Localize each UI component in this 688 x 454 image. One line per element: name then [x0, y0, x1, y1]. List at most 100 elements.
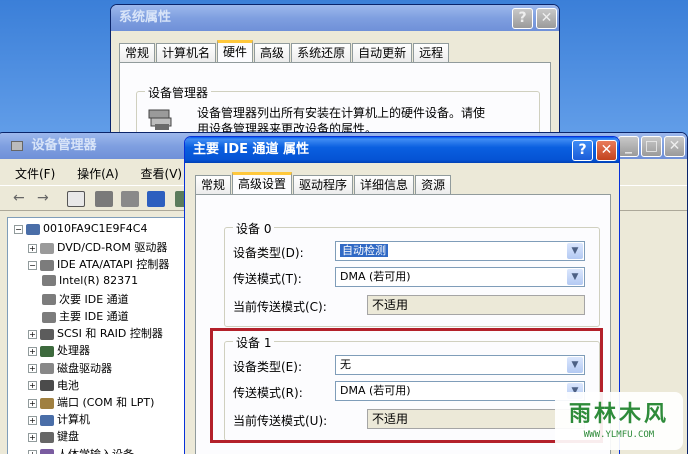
tree-item-label: SCSI 和 RAID 控制器: [57, 327, 163, 341]
maximize-button[interactable]: □: [641, 136, 662, 157]
help-button[interactable]: ?: [512, 8, 533, 29]
tree-item[interactable]: + 端口 (COM 和 LPT): [28, 394, 154, 410]
tab-auto-update[interactable]: 自动更新: [352, 43, 413, 62]
tree-item[interactable]: − 0010FA9C1E9F4C4: [14, 222, 147, 235]
chevron-down-icon[interactable]: ▼: [567, 243, 583, 259]
tree-item-label: 处理器: [57, 344, 90, 358]
tree-item-label: 次要 IDE 通道: [59, 292, 129, 306]
tree-item-label: Intel(R) 82371: [59, 273, 139, 287]
tree-item-label: 端口 (COM 和 LPT): [57, 396, 155, 409]
menu-view[interactable]: 查看(V): [141, 167, 183, 181]
tree-item[interactable]: 次要 IDE 通道: [42, 291, 129, 307]
device-0-current-mode-value: 不适用: [372, 298, 409, 312]
minimize-button[interactable]: _: [618, 136, 639, 157]
tab-general[interactable]: 常规: [195, 175, 232, 194]
help-icon[interactable]: [147, 191, 165, 207]
tree-item-label: 0010FA9C1E9F4C4: [43, 222, 148, 235]
tree-item[interactable]: + DVD/CD-ROM 驱动器: [28, 239, 167, 255]
ide-properties-titlebar[interactable]: 主要 IDE 通道 属性 ? ✕: [185, 137, 619, 163]
computer-icon: [26, 223, 40, 235]
tree-item-label: 电池: [57, 378, 79, 392]
back-arrow-icon[interactable]: ←: [13, 190, 25, 206]
expand-icon[interactable]: +: [28, 346, 37, 356]
tab-system-restore[interactable]: 系统还原: [291, 43, 352, 62]
battery-icon: [40, 380, 54, 392]
tree-item-label: 人体学输入设备: [57, 448, 134, 454]
ide-icon: [42, 311, 56, 323]
close-button[interactable]: ✕: [664, 136, 685, 157]
collapse-icon[interactable]: −: [14, 224, 23, 234]
tree-item-label: 磁盘驱动器: [57, 361, 112, 375]
device-manager-icon: [11, 140, 23, 151]
watermark-brand: 雨林木风: [568, 401, 669, 427]
expand-icon[interactable]: +: [28, 398, 37, 408]
tab-driver[interactable]: 驱动程序: [293, 175, 354, 194]
tree-item[interactable]: − IDE ATA/ATAPI 控制器: [28, 256, 169, 272]
expand-icon[interactable]: +: [28, 243, 37, 253]
expand-icon[interactable]: +: [28, 432, 37, 442]
watermark: 雨林木风 WWW.YLMFU.COM: [555, 392, 683, 450]
system-properties-titlebar[interactable]: 系统属性 ? ✕: [111, 5, 559, 31]
ide-properties-title: 主要 IDE 通道 属性: [193, 142, 310, 157]
tab-details[interactable]: 详细信息: [354, 175, 415, 194]
ide-properties-tabs: 常规 高级设置 驱动程序 详细信息 资源: [195, 172, 452, 194]
ide-icon: [42, 294, 56, 306]
system-properties-title: 系统属性: [119, 10, 172, 25]
tab-computer-name[interactable]: 计算机名: [156, 43, 217, 62]
chevron-down-icon[interactable]: ▼: [567, 269, 583, 285]
menu-action[interactable]: 操作(A): [77, 167, 119, 181]
device-0-current-mode-field: 不适用: [367, 295, 585, 315]
hid-icon: [40, 449, 54, 454]
cpu-icon: [40, 345, 54, 357]
device-manager-icon: [147, 106, 175, 132]
device-0-type-select[interactable]: 自动检测 ▼: [335, 241, 585, 261]
device-0-type-value: 自动检测: [340, 244, 388, 257]
menu-file[interactable]: 文件(F): [15, 167, 55, 181]
disk-icon: [40, 363, 54, 375]
close-button[interactable]: ✕: [596, 140, 617, 161]
device-tree: − 0010FA9C1E9F4C4 + DVD/CD-ROM 驱动器 − IDE ATA/…: [7, 217, 197, 454]
tree-item[interactable]: + 人体学输入设备: [28, 446, 134, 454]
device-0-mode-label: 传送模式(T):: [233, 272, 302, 286]
print-icon[interactable]: [121, 191, 139, 207]
tree-item[interactable]: + SCSI 和 RAID 控制器: [28, 325, 163, 341]
tree-item-label: IDE ATA/ATAPI 控制器: [57, 258, 170, 272]
tab-advanced[interactable]: 高级: [254, 43, 291, 62]
tree-item[interactable]: + 计算机: [28, 411, 90, 427]
device-manager-menubar: 文件(F) 操作(A) 查看(V): [15, 165, 200, 182]
tab-advanced-settings[interactable]: 高级设置: [232, 172, 293, 194]
device-0-current-mode-label: 当前传送模式(C):: [233, 300, 327, 314]
help-button[interactable]: ?: [572, 140, 593, 161]
computer-icon: [40, 414, 54, 426]
tab-general[interactable]: 常规: [119, 43, 156, 62]
refresh-icon[interactable]: [95, 191, 113, 207]
device-0-mode-value: DMA (若可用): [340, 270, 411, 283]
scsi-icon: [40, 328, 54, 340]
tab-remote[interactable]: 远程: [413, 43, 450, 62]
tree-item-label: DVD/CD-ROM 驱动器: [57, 241, 168, 255]
tree-item[interactable]: + 磁盘驱动器: [28, 360, 112, 376]
properties-icon[interactable]: [67, 191, 85, 207]
ide-icon: [40, 259, 54, 271]
keyboard-icon: [40, 431, 54, 443]
expand-icon[interactable]: +: [28, 364, 37, 374]
tree-item[interactable]: + 键盘: [28, 428, 79, 444]
system-properties-tabs: 常规 计算机名 硬件 高级 系统还原 自动更新 远程: [119, 40, 450, 62]
tree-item[interactable]: + 电池: [28, 377, 79, 393]
device-manager-group-label: 设备管理器: [145, 84, 212, 101]
tab-hardware[interactable]: 硬件: [217, 40, 254, 62]
device-0-mode-select[interactable]: DMA (若可用) ▼: [335, 267, 585, 287]
expand-icon[interactable]: +: [28, 415, 37, 425]
expand-icon[interactable]: +: [28, 381, 37, 391]
device-0-type-label: 设备类型(D):: [233, 246, 304, 260]
tree-item[interactable]: Intel(R) 82371: [42, 274, 138, 287]
tree-item-label: 计算机: [57, 413, 90, 427]
forward-arrow-icon[interactable]: →: [37, 190, 49, 206]
tree-item[interactable]: + 处理器: [28, 342, 90, 358]
collapse-icon[interactable]: −: [28, 260, 37, 270]
tab-resources[interactable]: 资源: [415, 175, 452, 194]
close-button[interactable]: ✕: [536, 8, 557, 29]
expand-icon[interactable]: +: [28, 329, 37, 339]
expand-icon[interactable]: +: [28, 450, 37, 454]
tree-item[interactable]: 主要 IDE 通道: [42, 308, 129, 324]
